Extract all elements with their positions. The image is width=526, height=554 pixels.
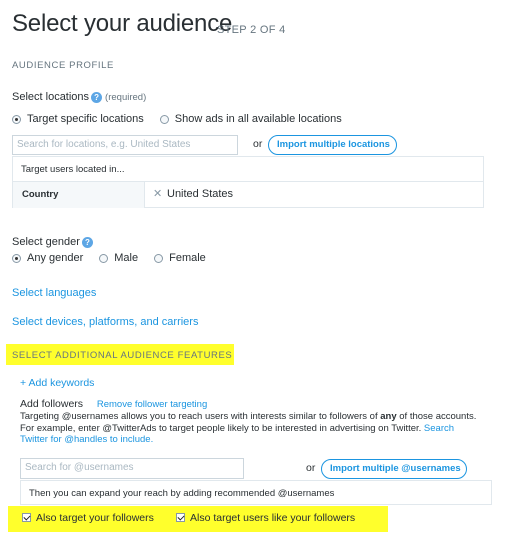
radio-male[interactable] [99, 253, 109, 263]
description-part-1: Targeting @usernames allows you to reach… [20, 411, 381, 422]
select-gender-text: Select gender [12, 236, 80, 248]
import-multiple-usernames-button[interactable]: Import multiple @usernames [321, 459, 467, 479]
add-followers-label: Add followers [20, 398, 84, 410]
select-gender-label: Select gender? [12, 236, 96, 248]
help-icon[interactable]: ? [91, 91, 103, 103]
radio-target-specific-locations[interactable] [12, 114, 21, 124]
checkbox-label-users-like-followers: Also target users like your followers [190, 512, 356, 524]
add-followers-row: Add followers Remove follower targeting [20, 398, 207, 410]
page-title: Select your audience [12, 10, 233, 37]
radio-label-all-locations: Show ads in all available locations [174, 113, 342, 125]
import-multiple-locations-button[interactable]: Import multiple locations [268, 135, 397, 155]
step-indicator: STEP 2 OF 4 [217, 24, 286, 36]
select-locations-text: Select locations [12, 91, 90, 103]
target-users-like-followers-option[interactable]: Also target users like your followers [176, 512, 355, 524]
select-locations-label: Select locations? (required) [12, 91, 146, 103]
recommended-usernames-box: Then you can expand your reach by adding… [20, 480, 492, 505]
select-languages-link[interactable]: Select languages [12, 287, 96, 299]
description-any: any [380, 411, 397, 422]
or-text: or [253, 138, 263, 150]
gender-radio-group: Any gender Male Female [12, 252, 206, 264]
radio-female[interactable] [154, 253, 164, 263]
radio-label-male: Male [114, 252, 139, 264]
radio-any-gender[interactable] [12, 253, 21, 263]
remove-follower-targeting-link[interactable]: Remove follower targeting [97, 399, 207, 410]
location-search-input[interactable]: Search for locations, e.g. United States [12, 135, 238, 155]
add-keywords-link[interactable]: + Add keywords [20, 377, 94, 389]
remove-location-icon[interactable]: ✕ [153, 187, 162, 200]
targeted-locations-header: Target users located in... [21, 164, 125, 175]
location-value-united-states: United States [167, 188, 234, 200]
followers-description: Targeting @usernames allows you to reach… [20, 411, 480, 446]
additional-features-heading: SELECT ADDITIONAL AUDIENCE FEATURES [12, 350, 233, 361]
select-devices-link[interactable]: Select devices, platforms, and carriers [12, 316, 198, 328]
radio-label-any-gender: Any gender [27, 252, 84, 264]
checkbox-label-your-followers: Also target your followers [36, 512, 154, 524]
expand-reach-note: Then you can expand your reach by adding… [29, 488, 335, 499]
location-type-cell: Country [13, 182, 145, 208]
required-note: (required) [105, 92, 147, 103]
checkbox-target-users-like-followers[interactable] [176, 513, 185, 522]
or-text: or [306, 462, 316, 474]
location-type-country: Country [22, 189, 59, 200]
targeted-locations-box: Target users located in... Country ✕ Uni… [12, 156, 484, 208]
target-your-followers-option[interactable]: Also target your followers [22, 512, 154, 524]
username-search-input[interactable]: Search for @usernames [20, 458, 244, 479]
radio-all-locations[interactable] [159, 114, 169, 124]
help-icon[interactable]: ? [81, 236, 93, 248]
checkbox-target-your-followers[interactable] [22, 513, 31, 522]
radio-label-target-specific: Target specific locations [27, 113, 144, 125]
location-radio-group: Target specific locations Show ads in al… [12, 113, 342, 125]
audience-profile-heading: AUDIENCE PROFILE [12, 60, 114, 71]
radio-label-female: Female [169, 252, 206, 264]
